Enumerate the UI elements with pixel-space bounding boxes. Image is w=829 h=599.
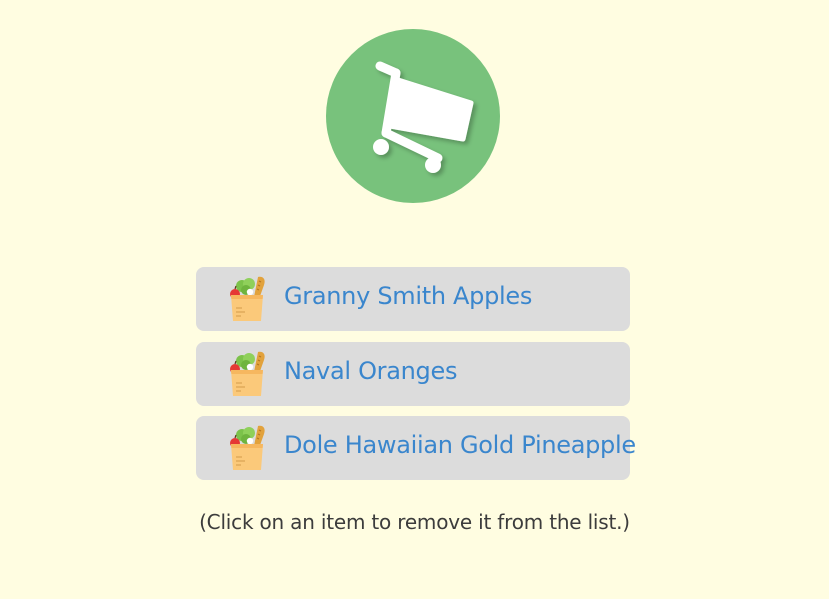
item-label: Naval Oranges <box>284 356 458 385</box>
grocery-bag-icon <box>228 275 268 323</box>
grocery-list: Granny Smith Apples Naval Oranges Dole H… <box>196 267 636 491</box>
list-item[interactable]: Naval Oranges <box>196 341 630 406</box>
grocery-bag-icon <box>228 424 268 472</box>
item-label: Granny Smith Apples <box>284 282 533 310</box>
app-logo <box>326 29 500 203</box>
grocery-bag-icon <box>228 350 268 398</box>
item-label: Dole Hawaiian Gold Pineapple <box>284 431 636 459</box>
instruction-text: (Click on an item to remove it from the … <box>199 510 630 534</box>
list-item[interactable]: Dole Hawaiian Gold Pineapple <box>196 416 636 480</box>
shopping-cart-icon <box>373 61 474 173</box>
list-item[interactable]: Granny Smith Apples <box>196 267 630 331</box>
